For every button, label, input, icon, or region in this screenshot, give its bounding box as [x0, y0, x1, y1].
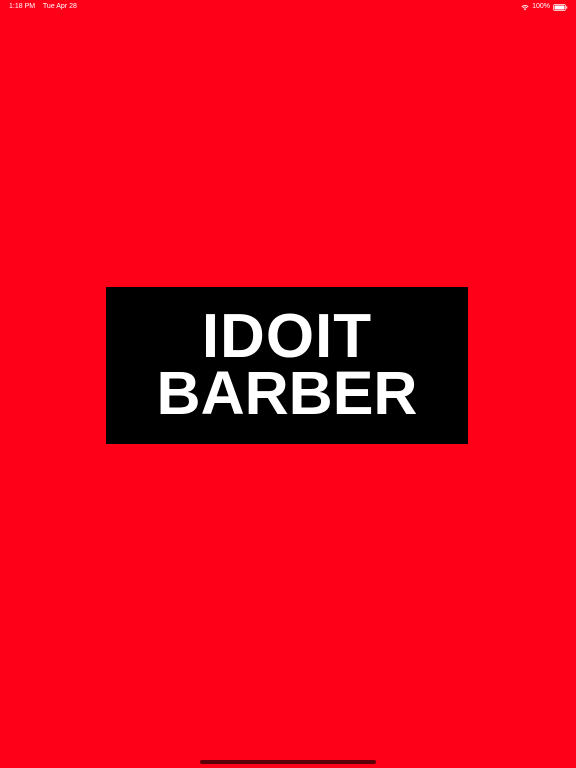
status-time: 1:18 PM: [9, 3, 36, 10]
logo-text-line-1: IDOIT: [201, 302, 373, 371]
wifi-icon: [521, 4, 529, 10]
status-left: 1:18 PM Tue Apr 28: [9, 0, 83, 14]
status-bar: 1:18 PM Tue Apr 28 100%: [0, 0, 576, 14]
battery-icon: [553, 3, 568, 11]
status-date: Tue Apr 28: [42, 3, 77, 10]
splash-screen: 1:18 PM Tue Apr 28 100% IDOIT BARBER: [0, 0, 576, 768]
brand-logo: IDOIT BARBER: [106, 287, 468, 444]
logo-text-line-2: BARBER: [156, 359, 418, 427]
home-indicator[interactable]: [200, 760, 376, 764]
battery-percent: 100%: [532, 3, 550, 10]
status-right: 100%: [521, 0, 568, 14]
